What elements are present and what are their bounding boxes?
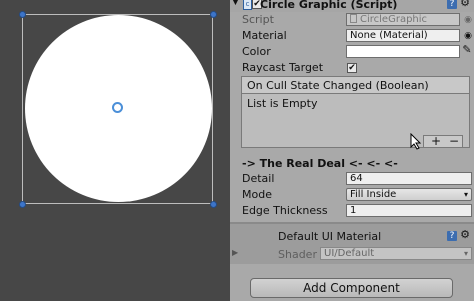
detail-row: Detail 64 bbox=[230, 171, 474, 187]
mode-label: Mode bbox=[242, 188, 272, 201]
help-book-icon[interactable]: ? bbox=[447, 231, 457, 241]
remove-event-button[interactable]: − bbox=[449, 134, 459, 148]
dropdown-arrow-icon: ▾ bbox=[463, 249, 468, 258]
edge-thickness-input[interactable]: 1 bbox=[346, 204, 472, 217]
material-foldout-icon[interactable]: ▶ bbox=[232, 248, 238, 257]
mode-dropdown[interactable]: Fill Inside ▾ bbox=[346, 188, 472, 201]
material-preview-block: ▶ Default UI Material ? ⚙ Shader UI/Defa… bbox=[230, 224, 474, 264]
pivot-handle[interactable] bbox=[112, 102, 123, 113]
detail-label: Detail bbox=[242, 172, 275, 185]
foldout-arrow-icon[interactable]: ▼ bbox=[232, 0, 239, 7]
add-event-button[interactable]: + bbox=[431, 134, 441, 148]
material-field[interactable]: None (Material) bbox=[346, 29, 460, 42]
raycast-checkbox[interactable]: ✔ bbox=[347, 63, 357, 73]
component-header: ▼ c ✔ Circle Graphic (Script) ? ⚙ bbox=[230, 0, 474, 12]
script-file-icon bbox=[350, 14, 357, 23]
script-label: Script bbox=[242, 13, 274, 26]
gear-icon[interactable]: ⚙ bbox=[460, 0, 470, 8]
mouse-cursor-icon bbox=[410, 133, 422, 150]
event-empty-text: List is Empty bbox=[247, 97, 318, 110]
object-picker-icon[interactable]: ◉ bbox=[463, 31, 473, 41]
component-title: Circle Graphic (Script) bbox=[260, 0, 398, 11]
detail-input[interactable]: 64 bbox=[346, 172, 472, 185]
material-label: Material bbox=[242, 29, 287, 42]
object-picker-icon[interactable]: ◉ bbox=[463, 15, 473, 25]
corner-handle-top-right[interactable] bbox=[210, 11, 217, 18]
corner-handle-top-left[interactable] bbox=[19, 11, 26, 18]
edge-thickness-row: Edge Thickness 1 bbox=[230, 203, 474, 219]
corner-handle-bottom-right[interactable] bbox=[210, 201, 217, 208]
mode-value: Fill Inside bbox=[350, 189, 397, 200]
help-book-icon[interactable]: ? bbox=[447, 0, 457, 9]
scene-view[interactable] bbox=[0, 0, 230, 301]
script-row: Script CircleGraphic ◉ bbox=[230, 12, 474, 28]
inspector-panel: ▼ c ✔ Circle Graphic (Script) ? ⚙ Script… bbox=[230, 0, 474, 301]
shader-dropdown[interactable]: UI/Default ▾ bbox=[320, 247, 472, 260]
mode-row: Mode Fill Inside ▾ bbox=[230, 187, 474, 203]
dropdown-arrow-icon: ▾ bbox=[463, 190, 468, 199]
material-name: Default UI Material bbox=[278, 230, 382, 243]
color-row: Color ✎ bbox=[230, 44, 474, 60]
event-header-label: On Cull State Changed (Boolean) bbox=[247, 79, 429, 92]
shader-label: Shader bbox=[278, 248, 317, 261]
corner-handle-bottom-left[interactable] bbox=[19, 201, 26, 208]
section-title: -> The Real Deal <- <- <- bbox=[242, 157, 398, 170]
eyedropper-icon[interactable]: ✎ bbox=[462, 44, 472, 55]
script-value: CircleGraphic bbox=[360, 14, 428, 25]
event-header: On Cull State Changed (Boolean) bbox=[242, 77, 469, 94]
add-component-button[interactable]: Add Component bbox=[250, 278, 453, 298]
material-row: Material None (Material) ◉ bbox=[230, 28, 474, 44]
script-icon: c bbox=[243, 0, 252, 10]
shader-value: UI/Default bbox=[324, 248, 375, 259]
raycast-label: Raycast Target bbox=[242, 61, 324, 74]
color-label: Color bbox=[242, 45, 271, 58]
color-swatch[interactable] bbox=[346, 45, 460, 58]
event-add-remove-bar: + − bbox=[423, 134, 463, 148]
script-field[interactable]: CircleGraphic bbox=[346, 13, 460, 26]
raycast-row: Raycast Target ✔ bbox=[230, 60, 474, 76]
edge-thickness-label: Edge Thickness bbox=[242, 204, 328, 217]
gear-icon[interactable]: ⚙ bbox=[460, 229, 470, 240]
